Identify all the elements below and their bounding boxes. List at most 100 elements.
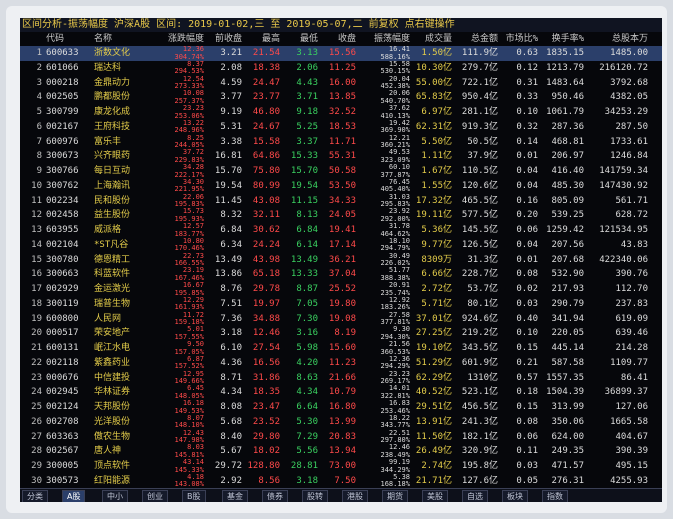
tab-market-0[interactable]: 分类	[22, 490, 48, 502]
table-row[interactable]: 29 300005 顶点软件 43.14 145.33% 29.72 128.80 28.81…	[20, 459, 662, 474]
header-amount[interactable]: 总金额	[456, 33, 498, 45]
table-row[interactable]: 4 002505 鹏都股份 10.08 257.37% 3.77 23.77 3.71 13.8…	[20, 90, 662, 105]
table-row[interactable]: 24 002945 华林证券 6.45 148.05% 4.34 18.35 4.34 10.7…	[20, 385, 662, 400]
header-change-range[interactable]: 涨跌幅度	[152, 33, 204, 45]
header-code[interactable]: 代码	[46, 33, 90, 45]
cell-market-ratio: 0.14	[516, 136, 538, 147]
cell-change-range: 22.73 166.55%	[152, 253, 204, 268]
cell-prev-close: 5.31	[220, 121, 242, 132]
cell-volume: 26.49亿	[415, 446, 452, 457]
cell-amount: 182.1亿	[461, 431, 498, 442]
tab-market-5[interactable]: 基金	[222, 490, 248, 502]
cell-code: 300673	[46, 151, 79, 162]
table-row[interactable]: 14 002104 *ST凡谷 10.80 170.46% 6.34 24.24 6.14 17…	[20, 238, 662, 253]
cell-market-ratio: 0.01	[516, 254, 538, 265]
cell-name: 紫鑫药业	[94, 357, 131, 368]
table-row[interactable]: 9 300766 每日互动 34.28 222.17% 15.70 75.80 15.70 50…	[20, 164, 662, 179]
cell-volume: 1.67亿	[421, 166, 452, 176]
cell-volume: 62.31亿	[415, 121, 452, 132]
cell-amount: 53.7亿	[467, 284, 498, 294]
cell-rank: 14	[31, 239, 42, 250]
header-amplitude[interactable]: 振荡幅度	[358, 33, 410, 45]
header-low[interactable]: 最低	[282, 33, 318, 45]
table-row[interactable]: 10 300762 上海瀚讯 34.30 221.95% 19.54 80.99 19.54 5…	[20, 179, 662, 194]
cell-amplitude: 12.21 360.21%	[358, 135, 410, 150]
table-row[interactable]: 26 002708 光洋股份 8.07 148.10% 5.68 23.52 5.30 13.9…	[20, 415, 662, 430]
cell-code: 000218	[46, 77, 79, 88]
cell-change-range: 12.95 149.66%	[152, 371, 204, 386]
table-row[interactable]: 22 002118 紫鑫药业 6.87 157.52% 4.36 16.56 4.20 11.2…	[20, 356, 662, 371]
cell-code: 002104	[46, 239, 79, 250]
cell-amplitude: 15.58 530.15%	[358, 61, 410, 76]
table-row[interactable]: 25 002124 天邦股份 16.18 149.53% 8.08 23.47 6.64 16.…	[20, 400, 662, 415]
table-row[interactable]: 27 603363 傲农生物 12.43 147.98% 8.40 29.80 7.29 20.…	[20, 430, 662, 445]
tab-market-6[interactable]: 债券	[262, 490, 288, 502]
tab-market-11[interactable]: 自选	[462, 490, 488, 502]
cell-name: 唐人神	[94, 446, 122, 457]
tab-market-1[interactable]: A股	[62, 490, 86, 502]
table-row[interactable]: 23 000676 中信建投 12.95 149.66% 8.71 31.86 8.63 21.…	[20, 371, 662, 386]
tab-market-3[interactable]: 创业	[142, 490, 168, 502]
table-row[interactable]: 11 002234 民和股份 22.06 195.83% 11.45 43.08 11.15 3…	[20, 194, 662, 209]
cell-turnover: 290.79	[551, 298, 584, 309]
cell-amplitude: 21.56 360.53%	[358, 341, 410, 356]
tab-market-10[interactable]: 美股	[422, 490, 448, 502]
cell-turnover: 416.40	[551, 166, 584, 176]
cell-amount: 120.6亿	[461, 180, 498, 191]
table-row[interactable]: 6 002167 王府科技 13.22 248.96% 5.31 24.67 5.25 18.5…	[20, 120, 662, 135]
table-row[interactable]: 18 300119 瑞普生物 12.29 161.93% 7.51 19.97 7.05 19.…	[20, 297, 662, 312]
cell-name: 顶点软件	[94, 461, 131, 471]
tab-market-9[interactable]: 期货	[382, 490, 408, 502]
cell-amplitude: 27.58 377.81%	[358, 312, 410, 327]
table-row[interactable]: 16 300663 科蓝软件 23.19 167.46% 13.86 65.18 13.33 3…	[20, 267, 662, 282]
cell-market-ratio: 0.20	[516, 210, 538, 221]
cell-high: 30.62	[252, 225, 280, 235]
cell-low: 8.13	[296, 210, 318, 221]
cell-low: 2.06	[296, 62, 318, 73]
table-row[interactable]: 28 002567 唐人神 8.03 145.81% 5.67 18.02 5.56 13.94…	[20, 444, 662, 459]
cell-prev-close: 8.40	[220, 431, 242, 442]
tab-market-2[interactable]: 中小	[102, 490, 128, 502]
table-row[interactable]: 13 603955 威派格 12.57 183.77% 6.84 30.62 6.84 19.4…	[20, 223, 662, 238]
tab-market-4[interactable]: B股	[182, 490, 206, 502]
table-row[interactable]: 12 002458 益生股份 15.73 195.93% 8.32 32.11 8.13 24.…	[20, 208, 662, 223]
table-row[interactable]: 30 300573 红阳能源 4.18 143.08% 2.92 8.56 3.18 7.50 5…	[20, 474, 662, 489]
cell-close: 17.14	[328, 239, 356, 250]
header-turnover[interactable]: 换手率%	[542, 33, 584, 45]
table-row[interactable]: 15 300780 德恩精工 22.73 166.55% 13.49 43.98 13.49 3…	[20, 253, 662, 268]
header-close[interactable]: 收盘	[320, 33, 356, 45]
cell-close: 18.53	[328, 121, 356, 132]
cell-prev-close: 2.92	[220, 475, 242, 486]
tab-market-8[interactable]: 港股	[342, 490, 368, 502]
cell-amplitude: 31.78 464.62%	[358, 223, 410, 238]
cell-amplitude: 60.10 377.87%	[358, 164, 410, 179]
cell-total-shares: 141759.34	[599, 166, 648, 176]
cell-prev-close: 6.10	[220, 343, 242, 353]
header-prev-close[interactable]: 前收盘	[206, 33, 242, 45]
table-row[interactable]: 1 600633 浙数文化 12.36 304.74% 3.21 21.54 3.13 15.5…	[20, 46, 662, 61]
tab-market-12[interactable]: 板块	[502, 490, 528, 502]
tab-market-13[interactable]: 指数	[542, 490, 568, 502]
header-market-ratio[interactable]: 市场比%	[502, 33, 538, 45]
table-row[interactable]: 17 002929 金运激光 16.67 195.85% 8.76 29.78 8.87 25.…	[20, 282, 662, 297]
cell-close: 8.19	[334, 328, 356, 339]
header-name[interactable]: 名称	[94, 33, 150, 45]
table-row[interactable]: 20 000517 荣安地产 5.01 157.55% 3.18 12.46 3.16 8.19…	[20, 326, 662, 341]
table-row[interactable]: 21 600131 岷江水电 9.50 157.05% 6.10 27.54 5.98 15.6…	[20, 341, 662, 356]
table-row[interactable]: 5 300799 康龙化成 23.23 253.06% 9.19 46.80 9.18 32.5…	[20, 105, 662, 120]
cell-turnover: 206.97	[551, 151, 584, 162]
table-row[interactable]: 2 601066 瑞达科 8.37 294.53% 2.08 18.38 2.06 11.25 1…	[20, 61, 662, 76]
cell-prev-close: 3.21	[220, 48, 242, 58]
cell-prev-close: 6.34	[220, 239, 242, 250]
table-row[interactable]: 3 000218 金鼎动力 12.54 273.33% 4.59 24.47 4.43 16.0…	[20, 76, 662, 91]
header-volume[interactable]: 成交量	[412, 33, 452, 45]
tab-market-7[interactable]: 股转	[302, 490, 328, 502]
cell-market-ratio: 0.06	[516, 225, 538, 235]
header-high[interactable]: 最高	[244, 33, 280, 45]
cell-change-range: 12.54 273.33%	[152, 76, 204, 91]
table-row[interactable]: 19 600800 人民网 11.72 159.18% 7.36 34.88 7.30 19.0…	[20, 312, 662, 327]
table-row[interactable]: 7 600976 富乐丰 8.25 244.05% 3.38 15.58 3.37 11.71 1…	[20, 135, 662, 150]
table-row[interactable]: 8 300673 兴齐眼药 37.72 229.83% 16.81 64.86 15.33 55…	[20, 149, 662, 164]
cell-name: 兴齐眼药	[94, 151, 131, 162]
header-total-shares[interactable]: 总股本万	[588, 33, 648, 45]
